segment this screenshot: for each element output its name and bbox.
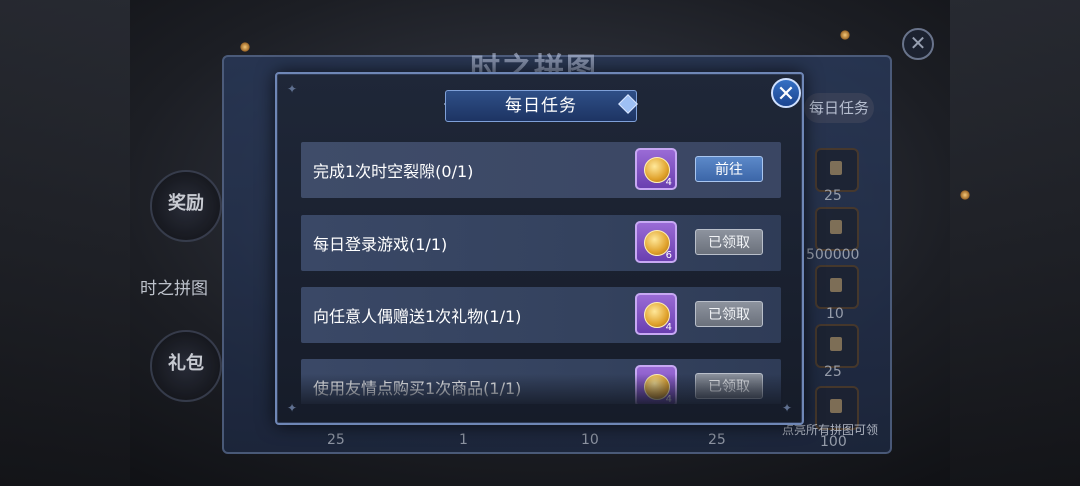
reward-item[interactable]: 4: [635, 148, 677, 190]
lock-icon: [830, 220, 842, 234]
task-label: 每日登录游戏(1/1): [313, 235, 448, 254]
close-button[interactable]: ✕: [771, 78, 801, 108]
gift-pack-side-button-label: 礼包: [168, 353, 204, 374]
reward-count: 4: [665, 177, 672, 188]
reward-item[interactable]: 4: [635, 293, 677, 335]
reward-amount: 100: [820, 434, 847, 450]
puzzle-side-button-label: 时之拼图: [140, 279, 208, 299]
task-row: 使用友情点购买1次商品(1/1) 4 已领取: [301, 359, 781, 404]
reward-item[interactable]: 4: [635, 365, 677, 404]
reward-side-button-label: 奖励: [168, 193, 204, 214]
background-tower-right: [950, 0, 1080, 486]
corner-ornament-icon: ✦: [286, 82, 298, 96]
close-icon: ✕: [776, 82, 796, 107]
task-row: 每日登录游戏(1/1) 6 已领取: [301, 215, 781, 271]
task-label: 使用友情点购买1次商品(1/1): [313, 379, 522, 398]
puzzle-side-button[interactable]: 时之拼图: [140, 274, 208, 299]
background-lamp: [240, 42, 250, 52]
reward-amount: 25: [824, 188, 842, 204]
background-lamp: [840, 30, 850, 40]
puzzle-piece-count: 1: [459, 432, 468, 448]
lock-icon: [830, 399, 842, 413]
puzzle-piece-count: 25: [708, 432, 726, 448]
daily-task-tab[interactable]: 每日任务: [804, 93, 874, 123]
reward-amount: 500000: [806, 247, 860, 263]
dialog-title: 每日任务: [445, 90, 637, 122]
lock-icon: [830, 337, 842, 351]
gift-pack-side-button[interactable]: 礼包: [150, 330, 222, 402]
reward-count: 4: [665, 394, 672, 404]
task-label: 向任意人偶赠送1次礼物(1/1): [313, 307, 522, 326]
claimed-button[interactable]: 已领取: [695, 373, 763, 399]
puzzle-piece-count: 10: [581, 432, 599, 448]
locked-reward-slot[interactable]: [815, 324, 859, 368]
locked-reward-slot[interactable]: [815, 265, 859, 309]
lock-icon: [830, 278, 842, 292]
locked-reward-slot[interactable]: [815, 148, 859, 192]
reward-amount: 10: [826, 306, 844, 322]
locked-reward-slot[interactable]: [815, 207, 859, 251]
puzzle-piece-count: 25: [327, 432, 345, 448]
reward-count: 6: [665, 250, 672, 261]
reward-count: 4: [665, 322, 672, 333]
reward-item[interactable]: 6: [635, 221, 677, 263]
claimed-button[interactable]: 已领取: [695, 301, 763, 327]
task-label: 完成1次时空裂隙(0/1): [313, 162, 474, 181]
puzzle-panel-close-icon[interactable]: ✕: [902, 28, 934, 60]
daily-task-dialog: ✦ ✦ ✦ ✦ 每日任务 ✕ 完成1次时空裂隙(0/1) 4 前往 每日登录游戏…: [275, 72, 804, 425]
background-tower-left: [0, 0, 130, 486]
corner-ornament-icon: ✦: [286, 401, 298, 415]
task-list[interactable]: 完成1次时空裂隙(0/1) 4 前往 每日登录游戏(1/1) 6 已领取 向任意…: [301, 142, 783, 404]
lock-icon: [830, 161, 842, 175]
reward-amount: 25: [824, 364, 842, 380]
reward-side-button[interactable]: 奖励: [150, 170, 222, 242]
task-row: 向任意人偶赠送1次礼物(1/1) 4 已领取: [301, 287, 781, 343]
task-row: 完成1次时空裂隙(0/1) 4 前往: [301, 142, 781, 198]
claimed-button[interactable]: 已领取: [695, 229, 763, 255]
background-lamp: [960, 190, 970, 200]
go-button[interactable]: 前往: [695, 156, 763, 182]
